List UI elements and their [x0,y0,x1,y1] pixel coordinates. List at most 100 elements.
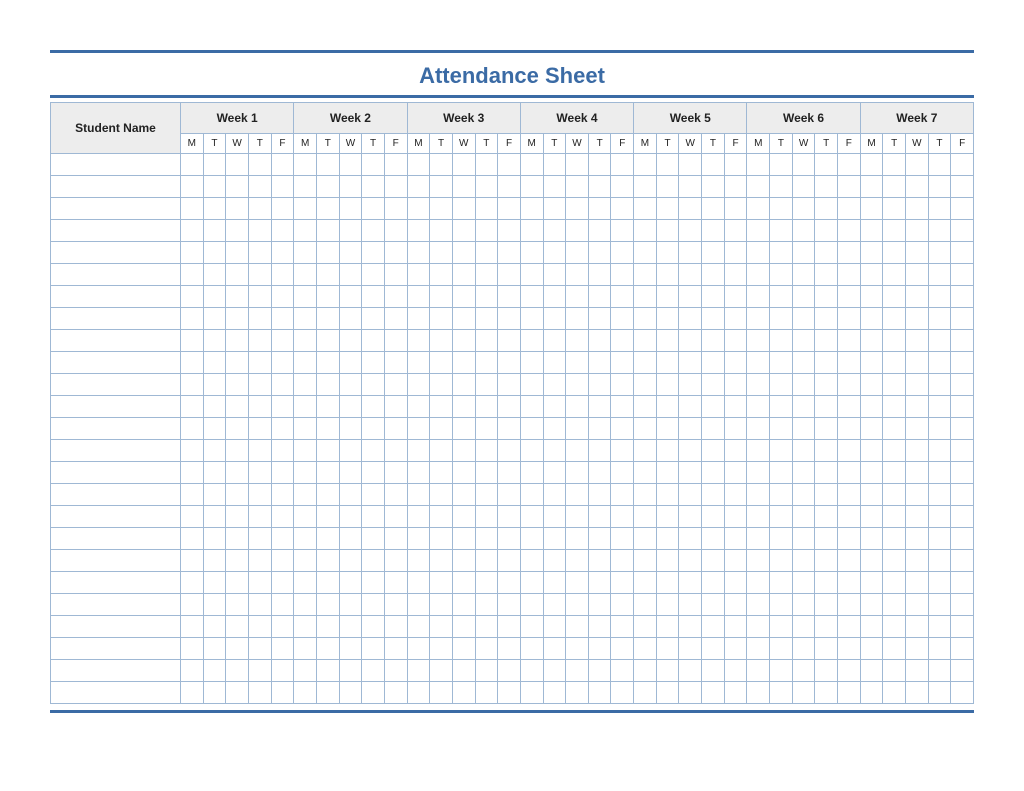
attendance-cell[interactable] [860,594,883,616]
attendance-cell[interactable] [883,220,906,242]
attendance-cell[interactable] [181,396,204,418]
attendance-cell[interactable] [566,682,589,704]
attendance-cell[interactable] [702,242,725,264]
attendance-cell[interactable] [883,352,906,374]
attendance-cell[interactable] [543,264,566,286]
attendance-cell[interactable] [634,286,657,308]
attendance-cell[interactable] [452,462,475,484]
attendance-cell[interactable] [860,374,883,396]
attendance-cell[interactable] [452,286,475,308]
attendance-cell[interactable] [452,594,475,616]
attendance-cell[interactable] [339,374,362,396]
attendance-cell[interactable] [883,176,906,198]
attendance-cell[interactable] [407,550,430,572]
attendance-cell[interactable] [339,682,362,704]
attendance-cell[interactable] [928,176,951,198]
attendance-cell[interactable] [407,616,430,638]
attendance-cell[interactable] [634,616,657,638]
attendance-cell[interactable] [475,682,498,704]
attendance-cell[interactable] [588,616,611,638]
attendance-cell[interactable] [203,594,226,616]
attendance-cell[interactable] [271,528,294,550]
attendance-cell[interactable] [430,528,453,550]
attendance-cell[interactable] [339,242,362,264]
attendance-cell[interactable] [679,484,702,506]
attendance-cell[interactable] [770,682,793,704]
attendance-cell[interactable] [181,528,204,550]
attendance-cell[interactable] [770,484,793,506]
attendance-cell[interactable] [724,418,747,440]
attendance-cell[interactable] [951,374,974,396]
attendance-cell[interactable] [860,550,883,572]
student-name-cell[interactable] [51,462,181,484]
attendance-cell[interactable] [362,550,385,572]
attendance-cell[interactable] [634,330,657,352]
attendance-cell[interactable] [520,374,543,396]
attendance-cell[interactable] [679,176,702,198]
attendance-cell[interactable] [951,594,974,616]
attendance-cell[interactable] [407,462,430,484]
attendance-cell[interactable] [928,484,951,506]
attendance-cell[interactable] [543,242,566,264]
attendance-cell[interactable] [316,308,339,330]
attendance-cell[interactable] [747,594,770,616]
attendance-cell[interactable] [883,440,906,462]
attendance-cell[interactable] [362,484,385,506]
attendance-cell[interactable] [792,264,815,286]
attendance-cell[interactable] [294,154,317,176]
attendance-cell[interactable] [792,242,815,264]
attendance-cell[interactable] [928,638,951,660]
attendance-cell[interactable] [316,528,339,550]
attendance-cell[interactable] [656,506,679,528]
attendance-cell[interactable] [588,308,611,330]
attendance-cell[interactable] [566,572,589,594]
attendance-cell[interactable] [838,682,861,704]
attendance-cell[interactable] [838,638,861,660]
attendance-cell[interactable] [271,374,294,396]
attendance-cell[interactable] [634,550,657,572]
attendance-cell[interactable] [271,418,294,440]
attendance-cell[interactable] [362,220,385,242]
attendance-cell[interactable] [770,572,793,594]
attendance-cell[interactable] [475,616,498,638]
attendance-cell[interactable] [770,308,793,330]
attendance-cell[interactable] [679,264,702,286]
attendance-cell[interactable] [498,286,521,308]
attendance-cell[interactable] [362,352,385,374]
attendance-cell[interactable] [248,682,271,704]
attendance-cell[interactable] [770,286,793,308]
attendance-cell[interactable] [656,308,679,330]
attendance-cell[interactable] [928,242,951,264]
attendance-cell[interactable] [770,220,793,242]
attendance-cell[interactable] [520,484,543,506]
attendance-cell[interactable] [792,572,815,594]
attendance-cell[interactable] [724,176,747,198]
attendance-cell[interactable] [543,418,566,440]
attendance-cell[interactable] [702,220,725,242]
attendance-cell[interactable] [634,154,657,176]
attendance-cell[interactable] [248,594,271,616]
attendance-cell[interactable] [543,396,566,418]
attendance-cell[interactable] [588,572,611,594]
attendance-cell[interactable] [747,308,770,330]
attendance-cell[interactable] [452,550,475,572]
attendance-cell[interactable] [792,154,815,176]
attendance-cell[interactable] [860,506,883,528]
attendance-cell[interactable] [498,374,521,396]
attendance-cell[interactable] [248,308,271,330]
attendance-cell[interactable] [316,198,339,220]
attendance-cell[interactable] [543,462,566,484]
attendance-cell[interactable] [634,660,657,682]
attendance-cell[interactable] [203,506,226,528]
attendance-cell[interactable] [271,506,294,528]
student-name-cell[interactable] [51,616,181,638]
attendance-cell[interactable] [384,528,407,550]
attendance-cell[interactable] [384,176,407,198]
attendance-cell[interactable] [838,396,861,418]
attendance-cell[interactable] [430,660,453,682]
attendance-cell[interactable] [452,176,475,198]
attendance-cell[interactable] [702,374,725,396]
student-name-cell[interactable] [51,242,181,264]
attendance-cell[interactable] [498,308,521,330]
attendance-cell[interactable] [520,198,543,220]
